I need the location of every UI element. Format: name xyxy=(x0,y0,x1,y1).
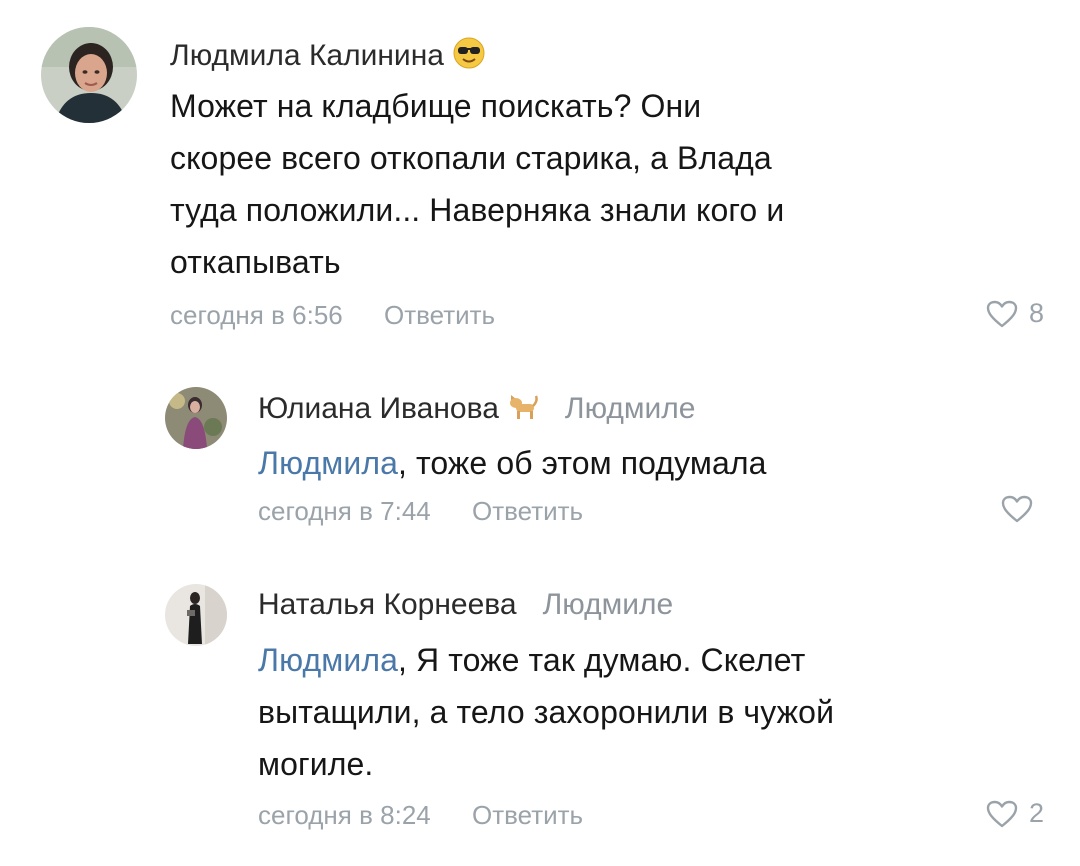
like-button[interactable]: 8 xyxy=(985,298,1044,329)
author-name[interactable]: Юлиана Иванова xyxy=(258,392,499,426)
reply-button[interactable]: Ответить xyxy=(472,800,583,830)
heart-icon xyxy=(986,800,1018,827)
avatar[interactable] xyxy=(165,584,227,646)
text-line: Может на кладбище поискать? Они xyxy=(170,88,702,124)
mention-link[interactable]: Людмила xyxy=(258,642,398,678)
avatar[interactable] xyxy=(165,387,227,449)
comment-text: Людмила, тоже об этом подумала xyxy=(258,437,1038,489)
mention-link[interactable]: Людмила xyxy=(258,445,398,481)
reply-to-name[interactable]: Людмиле xyxy=(543,588,674,622)
text-line: могиле. xyxy=(258,746,374,782)
text-line: откапывать xyxy=(170,244,341,280)
text-fragment: , тоже об этом подумала xyxy=(398,445,767,481)
author-name[interactable]: Наталья Корнеева xyxy=(258,588,517,622)
like-button[interactable]: 2 xyxy=(985,798,1044,829)
like-count: 8 xyxy=(1029,298,1045,328)
timestamp: сегодня в 6:56 xyxy=(170,300,343,330)
text-line: скорее всего откопали старика, а Влада xyxy=(170,140,772,176)
reply-button[interactable]: Ответить xyxy=(384,300,495,330)
like-button[interactable] xyxy=(1000,494,1034,524)
avatar[interactable] xyxy=(41,27,137,123)
reply-to-name[interactable]: Людмиле xyxy=(565,392,696,426)
timestamp: сегодня в 7:44 xyxy=(258,496,431,526)
author-line: Юлиана Иванова Людмиле xyxy=(258,391,696,426)
comment-meta: сегодня в 8:24 Ответить xyxy=(258,800,583,831)
heart-icon xyxy=(986,300,1018,327)
reply-button[interactable]: Ответить xyxy=(472,496,583,526)
author-line: Наталья Корнеева Людмиле xyxy=(258,588,673,622)
sunglasses-emoji-icon xyxy=(452,36,486,75)
text-line: туда положили... Наверняка знали кого и xyxy=(170,192,785,228)
comment-meta: сегодня в 6:56 Ответить xyxy=(170,300,495,331)
timestamp: сегодня в 8:24 xyxy=(258,800,431,830)
text-line: Людмила, Я тоже так думаю. Скелет xyxy=(258,634,1058,686)
text-line: вытащили, а тело захоронили в чужой xyxy=(258,694,835,730)
author-line: Людмила Калинина xyxy=(170,36,486,75)
text-fragment: , Я тоже так думаю. Скелет xyxy=(398,642,806,678)
author-name[interactable]: Людмила Калинина xyxy=(170,39,444,73)
heart-icon xyxy=(1001,495,1033,523)
cat-emoji-icon xyxy=(507,391,539,426)
comment-meta: сегодня в 7:44 Ответить xyxy=(258,496,583,527)
comment-text: Людмила, Я тоже так думаю. Скелет вытащи… xyxy=(258,634,1058,790)
text-line: Людмила, тоже об этом подумала xyxy=(258,437,1038,489)
comment-text: Может на кладбище поискать? Они скорее в… xyxy=(170,80,1050,288)
like-count: 2 xyxy=(1029,798,1045,828)
